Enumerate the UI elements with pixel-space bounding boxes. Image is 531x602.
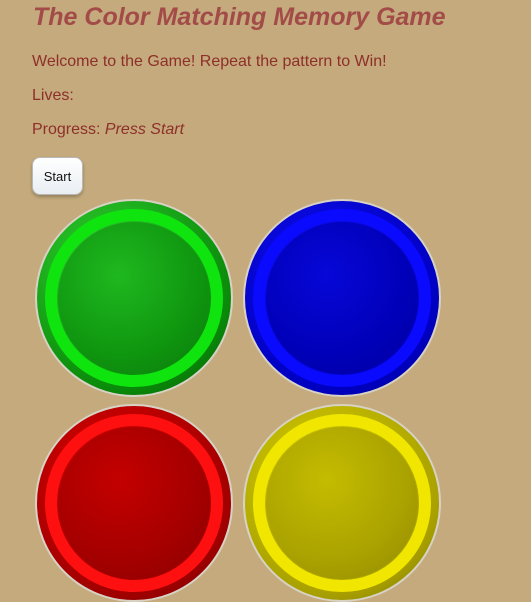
yellow-pad[interactable] xyxy=(243,404,441,602)
progress-value: Press Start xyxy=(104,121,185,138)
blue-pad[interactable] xyxy=(243,199,441,397)
red-pad-center xyxy=(58,427,210,579)
start-button[interactable]: Start xyxy=(32,157,83,195)
red-pad[interactable] xyxy=(35,404,233,602)
lives-label: Lives: xyxy=(32,87,74,104)
game-title: The Color Matching Memory Game xyxy=(33,3,446,31)
progress-label: Progress: xyxy=(32,121,101,138)
green-pad-center xyxy=(58,222,210,374)
blue-pad-center xyxy=(266,222,418,374)
progress-status: Progress: Press Start xyxy=(32,121,184,139)
yellow-pad-center xyxy=(266,427,418,579)
green-pad[interactable] xyxy=(35,199,233,397)
welcome-message: Welcome to the Game! Repeat the pattern … xyxy=(32,53,387,70)
